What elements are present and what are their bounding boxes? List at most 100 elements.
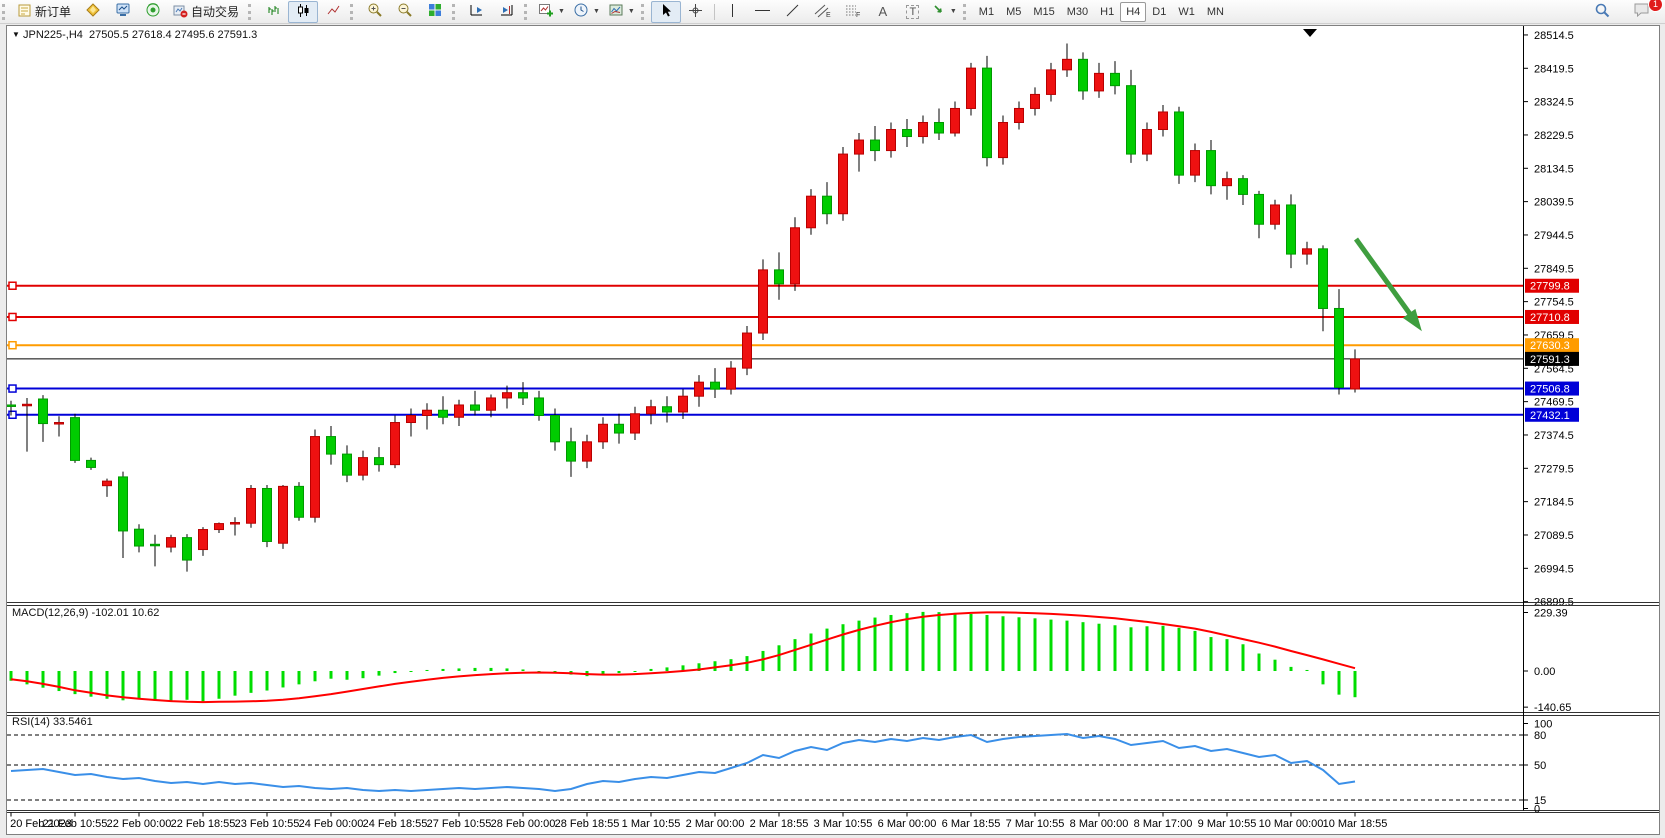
- gold-diamond-icon: [85, 2, 101, 21]
- new-order-button[interactable]: 新订单: [12, 1, 78, 23]
- candle-body: [439, 410, 448, 417]
- search-icon: [1594, 2, 1611, 22]
- toolbar-grip: [452, 4, 460, 20]
- candle-body: [663, 407, 672, 412]
- zoom-out-button[interactable]: [390, 1, 420, 23]
- candle-body: [295, 486, 304, 517]
- candle-body: [1079, 59, 1088, 91]
- timeframe-m1-button[interactable]: M1: [973, 2, 1000, 22]
- macd-histogram-bar: [1002, 616, 1005, 671]
- timeframe-m5-button[interactable]: M5: [1000, 2, 1027, 22]
- chart-title: ▼ JPN225-,H4 27505.5 27618.4 27495.6 275…: [12, 29, 257, 41]
- svg-text:27089.5: 27089.5: [1534, 530, 1574, 542]
- candle-body: [967, 68, 976, 108]
- macd-histogram-bar: [154, 671, 157, 701]
- macd-histogram-bar: [170, 671, 173, 702]
- toolbar-grip: [248, 4, 256, 20]
- market-watch-button[interactable]: [108, 1, 138, 23]
- candles: [7, 44, 1360, 572]
- time-axis[interactable]: 20 Feb 202321 Feb 10:5522 Feb 00:0022 Fe…: [10, 813, 1387, 831]
- candle-body: [215, 524, 224, 530]
- timeframe-h4-button[interactable]: H4: [1120, 2, 1146, 22]
- macd-panel[interactable]: 229.390.00-140.65: [10, 608, 1572, 715]
- macd-histogram-bar: [122, 671, 125, 700]
- macd-histogram-bar: [42, 671, 45, 688]
- candle-body: [151, 544, 160, 546]
- macd-histogram-bar: [954, 613, 957, 671]
- timeframe-h1-button[interactable]: H1: [1094, 2, 1120, 22]
- macd-signal-line: [11, 612, 1355, 702]
- macd-histogram-bar: [1306, 670, 1309, 671]
- text-tool-button[interactable]: A: [868, 1, 898, 23]
- macd-histogram-bar: [906, 613, 909, 671]
- indicators-button[interactable]: ▼: [534, 1, 569, 23]
- search-button[interactable]: [1587, 1, 1617, 23]
- candle-body: [231, 523, 240, 525]
- notifications-button[interactable]: 1: [1627, 1, 1657, 23]
- timeframe-d1-button[interactable]: D1: [1146, 2, 1172, 22]
- crosshair-tool-button[interactable]: [681, 1, 711, 23]
- macd-histogram-bar: [234, 671, 237, 696]
- tile-windows-button[interactable]: [420, 1, 450, 23]
- svg-text:27849.5: 27849.5: [1534, 263, 1574, 275]
- rsi-panel[interactable]: 1008050150: [7, 719, 1552, 816]
- candle-body: [1175, 112, 1184, 175]
- timeframe-mn-button[interactable]: MN: [1201, 2, 1230, 22]
- horizontal-line-tool-button[interactable]: [748, 1, 778, 23]
- timeframe-w1-button[interactable]: W1: [1172, 2, 1201, 22]
- chart-shift-marker-icon[interactable]: [1303, 29, 1317, 37]
- timeframe-m15-button[interactable]: M15: [1027, 2, 1060, 22]
- timeframe-m30-button[interactable]: M30: [1061, 2, 1094, 22]
- dropdown-caret: ▼: [558, 8, 565, 15]
- candle-body: [1159, 112, 1168, 130]
- equidistant-channel-tool-button[interactable]: E: [808, 1, 838, 23]
- candle-body: [71, 418, 80, 461]
- macd-histogram-bar: [1242, 644, 1245, 671]
- candle-body: [775, 270, 784, 284]
- monitor-icon: [115, 2, 131, 21]
- macd-histogram-bar: [1354, 671, 1357, 697]
- macd-histogram-bar: [1258, 654, 1261, 671]
- svg-text:27591.3: 27591.3: [1530, 354, 1570, 366]
- svg-text:27506.8: 27506.8: [1530, 384, 1570, 396]
- candle-body: [1287, 205, 1296, 254]
- bar-chart-mode-button[interactable]: [258, 1, 288, 23]
- macd-histogram-bar: [618, 671, 621, 673]
- cursor-tool-button[interactable]: [651, 1, 681, 23]
- templates-button[interactable]: ▼: [604, 1, 639, 23]
- vertical-line-tool-button[interactable]: [718, 1, 748, 23]
- chart-shift-button[interactable]: [492, 1, 522, 23]
- macd-histogram-bar: [1178, 628, 1181, 671]
- auto-scroll-button[interactable]: [462, 1, 492, 23]
- trendline-tool-button[interactable]: [778, 1, 808, 23]
- macd-histogram-bar: [458, 668, 461, 671]
- arrows-tool-button[interactable]: ▼: [928, 1, 961, 23]
- auto-trading-button[interactable]: 自动交易: [168, 1, 246, 23]
- text-label-tool-button[interactable]: T: [898, 1, 928, 23]
- candle-body: [1095, 73, 1104, 91]
- gold-button[interactable]: [78, 1, 108, 23]
- macd-histogram-bar: [410, 671, 413, 672]
- svg-text:28419.5: 28419.5: [1534, 63, 1574, 75]
- line-chart-mode-button[interactable]: [318, 1, 348, 23]
- signal-button[interactable]: [138, 1, 168, 23]
- svg-text:27799.8: 27799.8: [1530, 281, 1570, 293]
- zoom-in-button[interactable]: [360, 1, 390, 23]
- macd-histogram-bar: [186, 671, 189, 700]
- candle-body: [599, 424, 608, 442]
- chart-menu-triangle-icon[interactable]: ▼: [12, 30, 20, 39]
- macd-histogram-bar: [250, 671, 253, 693]
- new-order-icon: [17, 3, 32, 21]
- candle-body: [1127, 86, 1136, 154]
- svg-text:23 Feb 10:55: 23 Feb 10:55: [235, 818, 300, 830]
- fibonacci-tool-button[interactable]: F: [838, 1, 868, 23]
- candlestick-mode-button[interactable]: [288, 1, 318, 23]
- auto-trading-label: 自动交易: [191, 3, 239, 20]
- macd-histogram-bar: [1162, 626, 1165, 671]
- svg-text:0: 0: [1534, 804, 1540, 816]
- candle-body: [7, 405, 16, 407]
- chart-canvas[interactable]: 28514.528419.528324.528229.528134.528039…: [7, 26, 1659, 834]
- rsi-line: [11, 734, 1355, 791]
- periods-button[interactable]: ▼: [569, 1, 604, 23]
- macd-histogram-bar: [1034, 618, 1037, 671]
